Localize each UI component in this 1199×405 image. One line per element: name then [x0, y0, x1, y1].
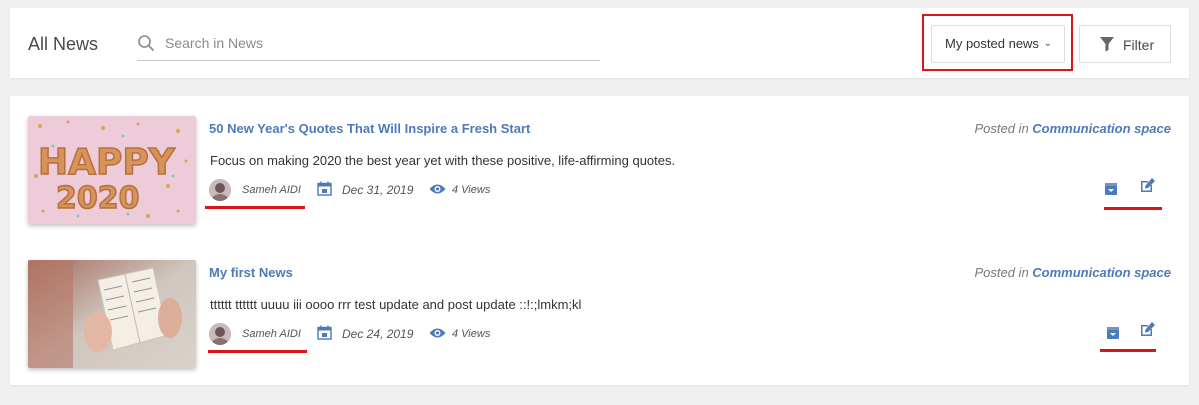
search-input[interactable]	[165, 32, 595, 54]
calendar-icon	[317, 181, 332, 196]
space-link[interactable]: Communication space	[1032, 265, 1171, 280]
actions-underline	[1100, 349, 1156, 352]
news-date: Dec 24, 2019	[342, 327, 414, 341]
eye-icon	[429, 184, 446, 194]
filter-button[interactable]: Filter	[1079, 25, 1171, 63]
space-link[interactable]: Communication space	[1032, 121, 1171, 136]
posted-in-label: Posted in	[974, 265, 1029, 280]
filter-label: Filter	[1123, 37, 1155, 53]
news-title[interactable]: 50 New Year's Quotes That Will Inspire a…	[209, 121, 530, 136]
author-underline	[205, 206, 305, 209]
posted-news-dropdown[interactable]: My posted news ⌄	[931, 25, 1065, 63]
avatar[interactable]	[209, 179, 231, 201]
archive-icon[interactable]	[1106, 326, 1120, 340]
edit-icon[interactable]	[1139, 177, 1156, 194]
news-description: tttttt tttttt uuuu iii oooo rrr test upd…	[210, 297, 582, 312]
author-name[interactable]: Sameh AIDI	[242, 328, 301, 340]
avatar[interactable]	[209, 323, 231, 345]
news-thumbnail[interactable]: HAPPY 2020	[28, 116, 196, 224]
actions-underline	[1104, 207, 1162, 210]
views-count: 4 Views	[452, 184, 491, 196]
views-count: 4 Views	[452, 328, 491, 340]
chevron-down-icon: ⌄	[1043, 38, 1052, 49]
page-title: All News	[28, 34, 99, 54]
eye-icon	[429, 328, 446, 338]
news-thumbnail[interactable]	[28, 260, 196, 368]
news-item: My first News tttttt tttttt uuuu iii ooo…	[10, 257, 1189, 372]
author-underline	[208, 350, 307, 353]
posted-in: Posted in Communication space	[974, 121, 1171, 136]
posted-in: Posted in Communication space	[974, 265, 1171, 280]
news-item: HAPPY 2020 50 New Year's Quotes That Wil…	[10, 113, 1189, 228]
funnel-icon	[1100, 37, 1114, 52]
top-bar: All News My posted news ⌄ Filter	[10, 8, 1189, 78]
archive-icon[interactable]	[1104, 182, 1118, 196]
calendar-icon	[317, 325, 332, 340]
dropdown-label: My posted news	[945, 36, 1039, 51]
edit-icon[interactable]	[1139, 321, 1156, 338]
news-title[interactable]: My first News	[209, 265, 293, 280]
search-box[interactable]	[137, 32, 600, 61]
thumb-year-text: 2020	[56, 181, 140, 216]
news-description: Focus on making 2020 the best year yet w…	[210, 153, 676, 168]
posted-in-label: Posted in	[974, 121, 1029, 136]
search-icon	[138, 35, 154, 51]
news-date: Dec 31, 2019	[342, 183, 414, 197]
news-list: HAPPY 2020 50 New Year's Quotes That Wil…	[10, 96, 1189, 385]
thumb-happy-text: HAPPY	[38, 142, 176, 183]
author-name[interactable]: Sameh AIDI	[242, 184, 301, 196]
